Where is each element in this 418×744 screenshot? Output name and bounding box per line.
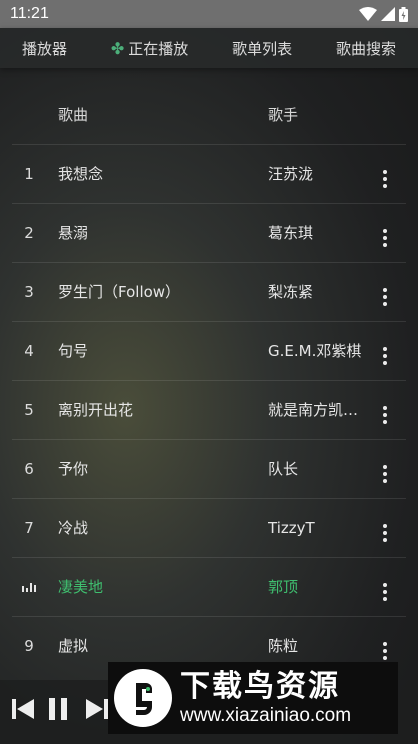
song-row[interactable]: 3 罗生门（Follow） 梨冻紧 — [0, 262, 418, 321]
signal-icon — [381, 7, 395, 21]
song-title: 悬溺 — [58, 224, 89, 242]
song-artist: TizzyT — [268, 518, 315, 537]
song-row[interactable]: 4 句号 G.E.M.邓紫棋 — [0, 321, 418, 380]
song-index: 6 — [24, 459, 34, 478]
song-title: 凄美地 — [58, 578, 104, 596]
tab-label: 播放器 — [21, 39, 67, 58]
song-title: 冷战 — [58, 519, 89, 537]
clover-icon: ✤ — [110, 38, 125, 58]
bird-logo-icon — [114, 669, 172, 727]
tab-label: 正在播放 — [128, 39, 189, 58]
song-title: 句号 — [58, 342, 89, 360]
song-index: 5 — [24, 400, 34, 419]
song-row[interactable]: 6 予你 队长 — [0, 439, 418, 498]
song-artist: 就是南方凯… — [268, 401, 359, 419]
status-icons — [359, 6, 408, 22]
song-artist: 葛东琪 — [268, 224, 314, 242]
song-index: 9 — [24, 636, 34, 655]
song-artist: 汪苏泷 — [268, 165, 314, 183]
tab-player[interactable]: 播放器 — [18, 32, 71, 65]
song-title: 离别开出花 — [58, 401, 134, 419]
more-options-icon[interactable] — [368, 573, 402, 601]
status-time: 11:21 — [10, 5, 49, 22]
song-row[interactable]: 1 我想念 汪苏泷 — [0, 144, 418, 203]
skip-next-icon[interactable] — [84, 696, 110, 722]
song-artist: 队长 — [268, 460, 299, 478]
tab-label: 歌曲搜索 — [336, 39, 397, 58]
song-list: 1 我想念 汪苏泷 2 悬溺 葛东琪 3 罗生门（Follow） 梨冻紧 4 句… — [0, 144, 418, 675]
tab-playlists[interactable]: 歌单列表 — [228, 32, 296, 65]
more-options-icon[interactable] — [368, 396, 402, 424]
tab-now-playing[interactable]: ✤ 正在播放 — [107, 32, 192, 65]
more-options-icon[interactable] — [368, 632, 402, 660]
wifi-icon — [359, 7, 377, 21]
more-options-icon[interactable] — [368, 514, 402, 542]
tab-label: 歌单列表 — [232, 39, 293, 58]
song-index: 3 — [24, 282, 34, 301]
nav-tabs: 播放器 ✤ 正在播放 歌单列表 歌曲搜索 — [0, 28, 418, 68]
song-index: 1 — [24, 164, 34, 183]
song-index: 2 — [24, 223, 34, 242]
pause-icon[interactable] — [46, 696, 70, 722]
song-artist: G.E.M.邓紫棋 — [268, 342, 362, 360]
equalizer-icon — [0, 578, 58, 596]
song-row[interactable]: 2 悬溺 葛东琪 — [0, 203, 418, 262]
header-artist: 歌手 — [268, 105, 299, 124]
status-bar: 11:21 — [0, 0, 418, 28]
song-title: 虚拟 — [58, 637, 89, 655]
more-options-icon[interactable] — [368, 219, 402, 247]
song-artist: 梨冻紧 — [268, 283, 314, 301]
more-options-icon[interactable] — [368, 455, 402, 483]
watermark-title: 下载鸟资源 — [180, 669, 340, 704]
song-row[interactable]: 7 冷战 TizzyT — [0, 498, 418, 557]
watermark-url: www.xiazainiao.com — [180, 705, 352, 726]
skip-previous-icon[interactable] — [10, 696, 36, 722]
song-index: 4 — [24, 341, 34, 360]
song-row[interactable]: 5 离别开出花 就是南方凯… — [0, 380, 418, 439]
song-title: 我想念 — [58, 165, 104, 183]
watermark-banner: 下载鸟资源 www.xiazainiao.com — [108, 662, 398, 734]
song-title: 予你 — [58, 460, 89, 478]
more-options-icon[interactable] — [368, 278, 402, 306]
battery-icon — [399, 6, 408, 22]
header-title: 歌曲 — [58, 105, 89, 124]
song-artist: 陈粒 — [268, 637, 299, 655]
song-title: 罗生门（Follow） — [58, 283, 181, 301]
song-artist: 郭顶 — [268, 578, 299, 596]
list-header: 歌曲 歌手 — [0, 84, 418, 144]
more-options-icon[interactable] — [368, 337, 402, 365]
tab-song-search[interactable]: 歌曲搜索 — [332, 32, 400, 65]
song-index: 7 — [24, 518, 34, 537]
song-row-playing[interactable]: 凄美地 郭顶 — [0, 557, 418, 616]
more-options-icon[interactable] — [368, 160, 402, 188]
